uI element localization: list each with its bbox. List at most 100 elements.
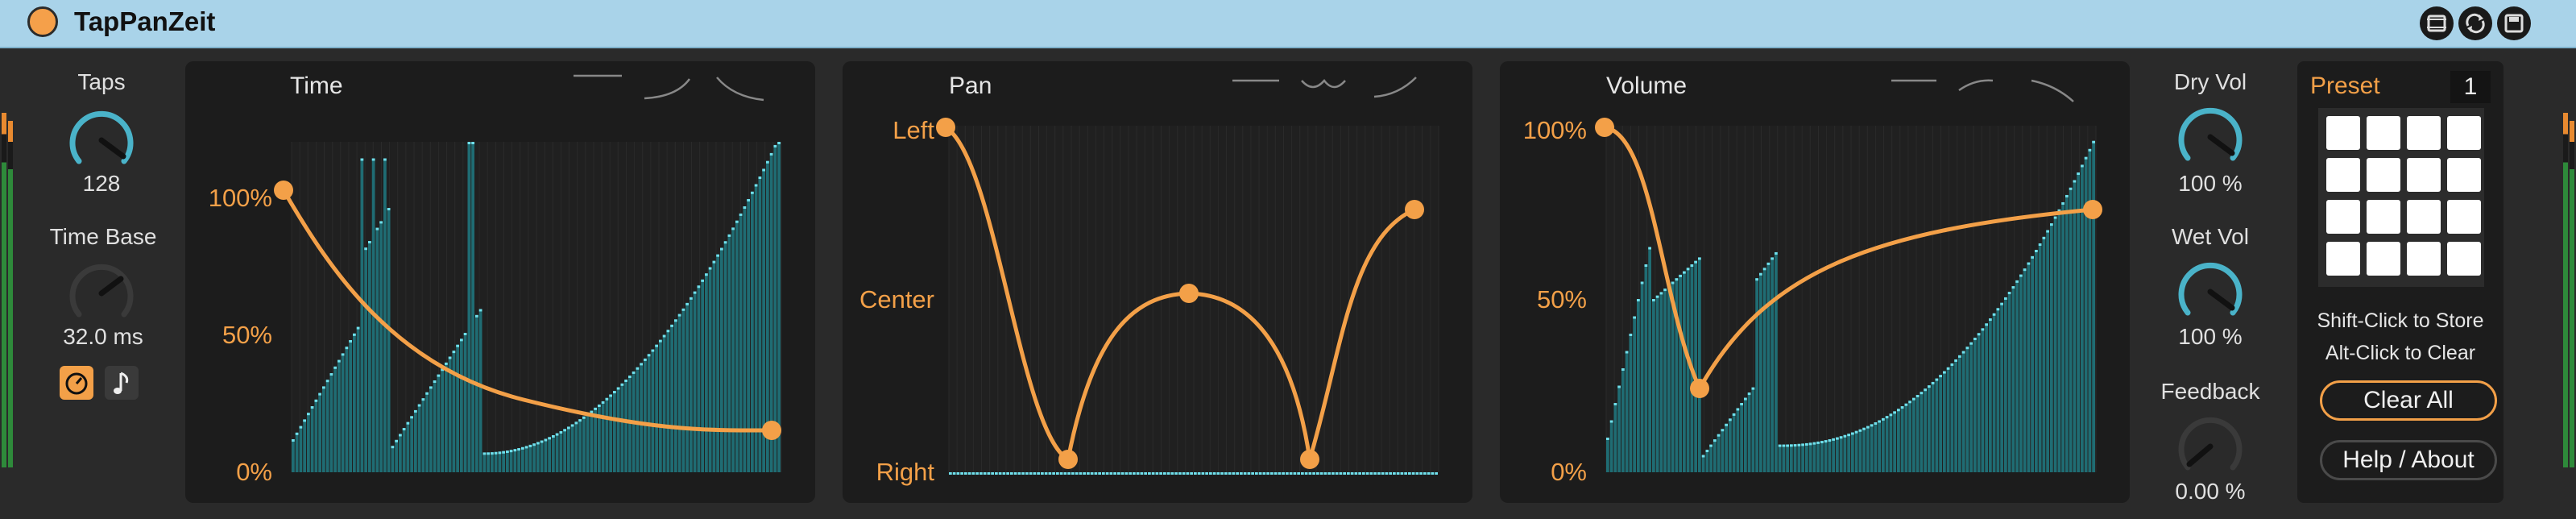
tap-bar — [1679, 274, 1682, 472]
curve-handle[interactable] — [2083, 200, 2102, 219]
tap-bar — [2038, 243, 2042, 472]
tap-bar — [2069, 187, 2073, 472]
preset-pad[interactable] — [2407, 200, 2441, 234]
feedback-knob[interactable] — [2170, 409, 2251, 482]
timebase-ms-toggle[interactable] — [60, 366, 93, 400]
tap-bar — [368, 241, 371, 472]
tap-bar — [578, 419, 582, 472]
tap-bar — [693, 291, 697, 472]
tap-bar — [644, 358, 647, 472]
tap-bar — [651, 349, 655, 472]
reload-icon[interactable] — [2458, 6, 2492, 40]
tap-bar — [2000, 302, 2003, 472]
preset-pad[interactable] — [2326, 158, 2360, 192]
tap-bar — [2065, 194, 2069, 472]
tap-bar — [506, 450, 509, 472]
tap-bar — [425, 392, 429, 472]
curve-handle[interactable] — [762, 421, 781, 440]
pan-curve-editor[interactable] — [843, 61, 1472, 503]
tap-bar — [777, 142, 781, 472]
tap-bar — [2046, 230, 2049, 472]
pan-panel: Pan — [843, 61, 1472, 503]
tap-bar — [2007, 292, 2011, 472]
timebase-knob[interactable] — [61, 256, 142, 329]
tap-bar — [1943, 371, 1946, 472]
feedback-label: Feedback — [2160, 379, 2260, 404]
curve-preset-icon — [1958, 79, 1994, 92]
preset-pad[interactable] — [2326, 200, 2360, 234]
tap-bar — [417, 404, 421, 472]
tap-bar — [1793, 444, 1797, 472]
preset-pad[interactable] — [2367, 200, 2400, 234]
tap-bar — [1766, 262, 1770, 472]
curve-handle[interactable] — [274, 181, 293, 200]
tap-bar — [2035, 249, 2038, 472]
tap-bar — [360, 158, 364, 472]
tap-bar — [528, 444, 532, 472]
preset-pad[interactable] — [2326, 242, 2360, 276]
preset-pad[interactable] — [2447, 200, 2481, 234]
help-about-button[interactable]: Help / About — [2320, 440, 2497, 480]
preset-pad[interactable] — [2407, 158, 2441, 192]
preset-number-box[interactable]: 1 — [2450, 71, 2491, 103]
tap-bar — [364, 247, 367, 472]
tap-bar — [1862, 427, 1866, 472]
save-icon[interactable] — [2497, 6, 2531, 40]
preset-pad[interactable] — [2367, 116, 2400, 150]
volume-curve-editor[interactable] — [1500, 61, 2130, 503]
tap-bar — [2023, 268, 2027, 472]
curve-handle[interactable] — [1058, 450, 1078, 469]
preset-pad[interactable] — [2367, 158, 2400, 192]
tap-bar — [659, 339, 662, 472]
tap-bar — [1996, 308, 2000, 472]
curve-handle[interactable] — [1300, 450, 1319, 469]
timebase-sync-toggle[interactable] — [105, 366, 139, 400]
curve-handle[interactable] — [936, 118, 955, 137]
device-power-button[interactable] — [27, 6, 58, 37]
tap-bar — [1977, 333, 1981, 472]
tap-bar — [2088, 148, 2092, 472]
tap-bar — [540, 440, 544, 472]
curve-handle[interactable] — [1690, 379, 1709, 398]
taps-knob[interactable] — [61, 103, 142, 176]
preset-pad[interactable] — [2326, 116, 2360, 150]
tap-bar — [1786, 444, 1789, 472]
preset-hint-store: Shift-Click to Store — [2317, 309, 2484, 332]
preset-pad[interactable] — [2367, 242, 2400, 276]
curve-handle[interactable] — [1179, 284, 1199, 303]
preset-pad[interactable] — [2447, 116, 2481, 150]
tap-bar — [1928, 385, 1931, 472]
tap-bar — [1729, 418, 1732, 472]
tap-bar — [478, 309, 482, 472]
tap-bar — [567, 426, 570, 472]
tap-bar — [590, 410, 594, 472]
hot-swap-icon[interactable] — [2420, 6, 2454, 40]
preset-pad[interactable] — [2407, 116, 2441, 150]
tap-bar — [391, 446, 395, 472]
tap-bar — [2011, 286, 2015, 472]
tap-bar — [708, 267, 712, 472]
clear-all-button[interactable]: Clear All — [2320, 380, 2497, 421]
dry-vol-knob[interactable] — [2170, 100, 2251, 172]
tap-bar — [487, 452, 490, 472]
wet-vol-value: 100 % — [2178, 324, 2243, 349]
tap-bar — [1747, 392, 1751, 472]
tap-bar — [303, 419, 306, 472]
curve-handle[interactable] — [1405, 200, 1424, 219]
tap-bar — [1797, 443, 1801, 472]
tap-bar — [399, 434, 402, 472]
pan-y-label-right: Right — [876, 458, 934, 486]
tap-bar — [601, 401, 605, 472]
tap-bar — [1870, 424, 1874, 472]
tap-bar — [1782, 444, 1786, 472]
preset-pad[interactable] — [2447, 242, 2481, 276]
tap-bar — [437, 374, 441, 472]
curve-handle[interactable] — [1595, 118, 1614, 137]
time-curve-editor[interactable] — [185, 61, 815, 503]
tap-bar — [1816, 441, 1820, 472]
wet-vol-knob[interactable] — [2170, 255, 2251, 327]
preset-pad[interactable] — [2407, 242, 2441, 276]
device-title: TapPanZeit — [74, 6, 216, 36]
time-y-label-100: 100% — [208, 184, 272, 212]
preset-pad[interactable] — [2447, 158, 2481, 192]
